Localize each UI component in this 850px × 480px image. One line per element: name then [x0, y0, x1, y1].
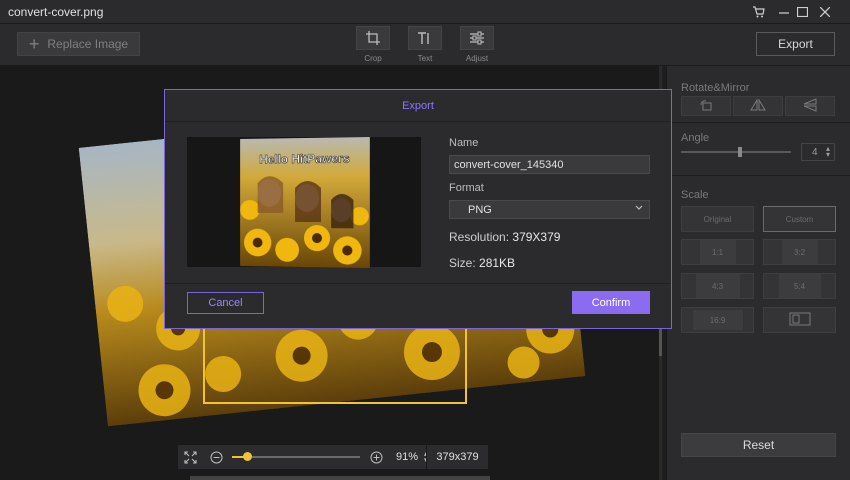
file-name-field[interactable] [449, 155, 650, 174]
close-icon[interactable] [814, 2, 836, 22]
scale-1-1-button[interactable]: 1:1 [681, 239, 754, 265]
right-panel: Rotate&Mirror Angle 4 ▴ ▾ Scale Original … [666, 66, 850, 480]
scale-5-4-button[interactable]: 5:4 [763, 273, 836, 299]
angle-stepper-icon[interactable]: ▴ ▾ [826, 145, 830, 159]
text-tool[interactable]: Text [407, 26, 443, 63]
scale-4-3-button[interactable]: 4:3 [681, 273, 754, 299]
flip-horizontal-button[interactable] [733, 96, 783, 116]
scale-4-3-label: 4:3 [695, 274, 740, 298]
cancel-button[interactable]: Cancel [187, 292, 264, 314]
format-label: Format [449, 182, 484, 194]
text-icon [408, 26, 442, 50]
crop-icon [356, 26, 390, 50]
export-preview: Hello HitPawers [187, 137, 421, 268]
cart-icon[interactable] [747, 2, 769, 22]
angle-slider-handle[interactable] [738, 147, 742, 157]
export-button[interactable]: Export [756, 32, 835, 56]
scale-1-1-label: 1:1 [699, 240, 736, 264]
zoom-percent: 91% [396, 451, 419, 463]
scale-flip-button[interactable] [763, 307, 836, 333]
name-label: Name [449, 137, 479, 149]
aspect-swap-icon [789, 312, 811, 328]
scale-16-9-label: 16:9 [692, 310, 743, 330]
scale-5-4-label: 5:4 [778, 274, 821, 298]
crop-frame[interactable] [203, 326, 467, 404]
angle-value: 4 [812, 146, 818, 158]
maximize-icon[interactable] [791, 2, 813, 22]
size-label: Size: [449, 256, 476, 270]
confirm-button[interactable]: Confirm [572, 291, 650, 314]
adjust-icon [460, 26, 494, 50]
resolution-value: 379X379 [512, 230, 561, 244]
rotate-icon [699, 99, 713, 114]
horizontal-scrollbar[interactable] [190, 476, 490, 480]
size-value: 281KB [479, 256, 516, 270]
text-label: Text [417, 54, 433, 63]
image-resolution: 379x379 [426, 445, 488, 469]
scale-label: Scale [681, 189, 709, 201]
thumb-caption: Hello HitPawers [259, 151, 350, 166]
angle-label: Angle [681, 132, 710, 144]
zoom-slider-handle[interactable] [243, 452, 253, 461]
scale-original-button[interactable]: Original [681, 206, 754, 232]
reset-button[interactable]: Reset [681, 433, 836, 457]
adjust-tool[interactable]: Adjust [459, 26, 495, 63]
resolution-info: Resolution: 379X379 [449, 230, 560, 244]
angle-input[interactable]: 4 ▴ ▾ [801, 143, 835, 161]
zoom-out-icon[interactable] [206, 447, 226, 467]
plus-icon: + [28, 34, 40, 54]
zoom-slider[interactable] [232, 452, 360, 461]
title-bar: convert-cover.png [0, 0, 850, 24]
flip-horizontal-icon [750, 97, 766, 114]
export-dialog: Export Hello HitPawers Name convert-cove… [164, 89, 672, 329]
rotate-mirror-label: Rotate&Mirror [681, 82, 750, 94]
flip-vertical-icon [803, 97, 817, 115]
angle-slider[interactable] [681, 151, 791, 153]
rotate-button[interactable] [681, 96, 731, 116]
replace-image-label: Replace Image [47, 37, 129, 51]
scale-3-2-button[interactable]: 3:2 [763, 239, 836, 265]
preview-image: Hello HitPawers [240, 137, 370, 268]
crop-label: Crop [364, 54, 382, 63]
size-info: Size: 281KB [449, 256, 515, 270]
scale-16-9-button[interactable]: 16:9 [681, 307, 754, 333]
scale-custom-button[interactable]: Custom [763, 206, 836, 232]
dialog-title: Export [165, 90, 671, 122]
zoom-in-icon[interactable] [366, 447, 386, 467]
resolution-label: Resolution: [449, 230, 510, 244]
format-select[interactable]: PNG [449, 200, 650, 219]
flip-vertical-button[interactable] [785, 96, 835, 116]
replace-image-button[interactable]: + Replace Image [17, 32, 140, 56]
window-title: convert-cover.png [8, 5, 104, 19]
toolbar: + Replace Image Crop Text Adjust Export [0, 24, 850, 66]
crop-tool[interactable]: Crop [355, 26, 391, 63]
scale-3-2-label: 3:2 [781, 240, 818, 264]
adjust-label: Adjust [465, 54, 489, 63]
chevron-down-icon [635, 203, 643, 215]
fit-screen-icon[interactable] [180, 447, 200, 467]
format-value: PNG [468, 203, 492, 216]
